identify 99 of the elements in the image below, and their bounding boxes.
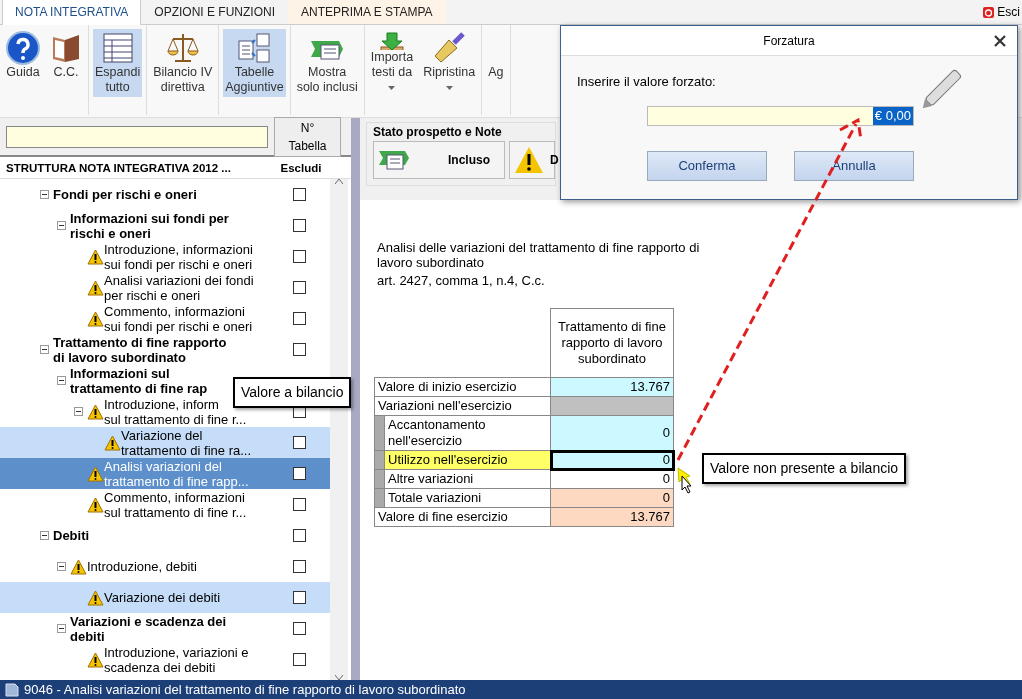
tree-item[interactable]: Variazione del trattamento di fine ra... (0, 427, 330, 458)
dialog-button[interactable]: Conferma (647, 150, 767, 181)
warning-icon (87, 279, 104, 296)
expand-icon (100, 31, 135, 65)
tree-label: Commento, informazioni sul trattamento di fine r... (104, 489, 247, 520)
tree-label: Analisi variazioni del trattamento di fine rapp... (104, 458, 249, 489)
search-field[interactable] (6, 125, 268, 148)
tree-item[interactable]: Introduzione, variazioni e scadenza dei debiti (0, 644, 330, 675)
tree-item[interactable]: Informazioni sui fondi per rischi e oneri (0, 210, 330, 241)
row-label: Altre variazioni (384, 469, 551, 489)
tree-label: Variazioni e scadenza dei debiti (70, 613, 227, 644)
row-label: Valore di inizio esercizio (374, 377, 551, 397)
checkbox[interactable] (293, 436, 306, 449)
warning-icon (87, 248, 104, 265)
warning-icon (514, 146, 544, 174)
help-icon (6, 31, 40, 65)
warning-icon (70, 558, 87, 575)
row-label: Variazioni nell'esercizio (374, 396, 551, 416)
row-label: Totale variazioni (384, 488, 551, 508)
tree-item[interactable]: Commento, informazioni sul trattamento di fine r... (0, 489, 330, 520)
status-text: 9046 - Analisi variazioni del trattamento di fine rapporto di lavoro subordinato (24, 680, 466, 699)
table-cell: 0 (550, 415, 674, 451)
exit-button[interactable]: Esci (977, 2, 1022, 22)
tree-label: Variazione del trattamento di fine ra... (121, 427, 252, 458)
warning-icon (87, 310, 104, 327)
toolbar-button[interactable]: Tabelle Aggiuntive (223, 29, 286, 97)
checkbox[interactable] (293, 219, 306, 232)
tree-label: Informazioni sul trattamento di fine rap (70, 365, 208, 396)
toolbar-button[interactable]: Bilancio IV direttiva (151, 29, 215, 97)
checkbox[interactable] (293, 560, 306, 573)
row-label: Accantonamento nell'esercizio (384, 415, 551, 451)
warning-icon (87, 465, 104, 482)
tree-label: Variazione dei debiti (104, 590, 221, 605)
tree-label: Informazioni sui fondi per rischi e oneri (70, 210, 229, 241)
checkbox[interactable] (293, 281, 306, 294)
toolbar-button[interactable]: Mostra solo inclusi (294, 29, 360, 97)
tree-item[interactable]: Variazioni e scadenza dei debiti (0, 613, 330, 644)
tree-item[interactable]: Variazione dei debiti (0, 582, 330, 613)
scroll-up-icon[interactable] (335, 179, 343, 184)
tree-label: Analisi variazioni dei fondi per rischi e oneri (104, 272, 254, 303)
warning-icon (104, 434, 121, 451)
ribbon-tab[interactable]: NOTA INTEGRATIVA (2, 0, 142, 25)
power-icon (983, 6, 995, 18)
scroll-down-icon[interactable] (335, 675, 343, 680)
tree-label: Introduzione, variazioni e scadenza dei debiti (104, 644, 249, 675)
tables-icon (237, 31, 272, 65)
warning-icon (87, 651, 104, 668)
dialog-button[interactable]: Annulla (794, 150, 914, 181)
tree-label: Trattamento di fine rapporto di lavoro subordinato (53, 334, 227, 365)
tree-label: Introduzione, informazioni sui fondi per rischi e oneri (104, 241, 253, 272)
checkbox[interactable] (293, 343, 306, 356)
toolbar-button[interactable]: Ripristina (421, 29, 478, 97)
callout-tooltip: Valore non presente a bilancio (702, 453, 907, 484)
checkbox[interactable] (293, 653, 306, 666)
toolbar-button[interactable]: Espandi tutto (93, 29, 143, 97)
column-header: STRUTTURA NOTA INTEGRATIVA 2012 ... (5, 161, 232, 176)
tree-item[interactable]: Commento, informazioni sui fondi per rischi e oneri (0, 303, 330, 334)
tree-item[interactable]: Introduzione, debiti (0, 551, 330, 582)
warning-icon (87, 496, 104, 513)
table-cell: 0 (550, 450, 674, 470)
tree-label: Commento, informazioni sui fondi per rischi e oneri (104, 303, 253, 334)
checkbox[interactable] (293, 188, 306, 201)
reference-text: art. 2427, comma 1, n.4, C.c. (377, 273, 546, 288)
brush-icon (432, 31, 467, 65)
document-icon (4, 682, 20, 697)
column-header: Trattamento di fine rapporto di lavoro subordinato (550, 308, 674, 378)
status-button[interactable]: Incluso (373, 141, 505, 179)
group-title: Stato prospetto e Note (373, 124, 503, 141)
warning-icon (87, 589, 104, 606)
input-field[interactable]: € 0,00 (647, 105, 914, 126)
tree-label: Fondi per rischi e oneri (53, 187, 197, 202)
tree-item[interactable]: Introduzione, informazioni sui fondi per rischi e oneri (0, 241, 330, 272)
toolbar-button[interactable]: Guida (4, 29, 42, 97)
tree-item[interactable]: Debiti (0, 520, 330, 551)
tree-item[interactable]: Trattamento di fine rapporto di lavoro subordinato (0, 334, 330, 365)
toolbar-button[interactable]: Ag (486, 29, 506, 97)
warning-icon (87, 403, 104, 420)
row-label: Valore di fine esercizio (374, 507, 551, 527)
tree-label: Debiti (53, 528, 90, 543)
checkbox[interactable] (293, 622, 306, 635)
tree-item[interactable]: Analisi variazioni dei fondi per rischi e oneri (0, 272, 330, 303)
scales-icon (165, 31, 200, 65)
toolbar-button[interactable]: C.C. (48, 29, 84, 97)
checkbox[interactable] (293, 591, 306, 604)
dialog-title: Forzatura (763, 32, 815, 50)
tree-label: Introduzione, debiti (87, 559, 197, 574)
table-number-button[interactable]: N° Tabella (274, 116, 341, 157)
toolbar-button[interactable]: Importa testi da (368, 29, 416, 97)
checkbox[interactable] (293, 467, 306, 480)
callout-tooltip: Valore a bilancio (233, 377, 352, 408)
column-header: Escludi (279, 161, 323, 176)
checkbox[interactable] (293, 250, 306, 263)
checkbox[interactable] (293, 312, 306, 325)
checkbox[interactable] (293, 498, 306, 511)
tree-item[interactable]: Fondi per rischi e oneri (0, 179, 330, 210)
ribbon-tab[interactable]: ANTEPRIMA E STAMPA (288, 0, 446, 24)
ribbon-tab[interactable]: OPZIONI E FUNZIONI (141, 0, 288, 24)
checkbox[interactable] (293, 529, 306, 542)
field-label: Inserire il valore forzato: (577, 73, 717, 91)
